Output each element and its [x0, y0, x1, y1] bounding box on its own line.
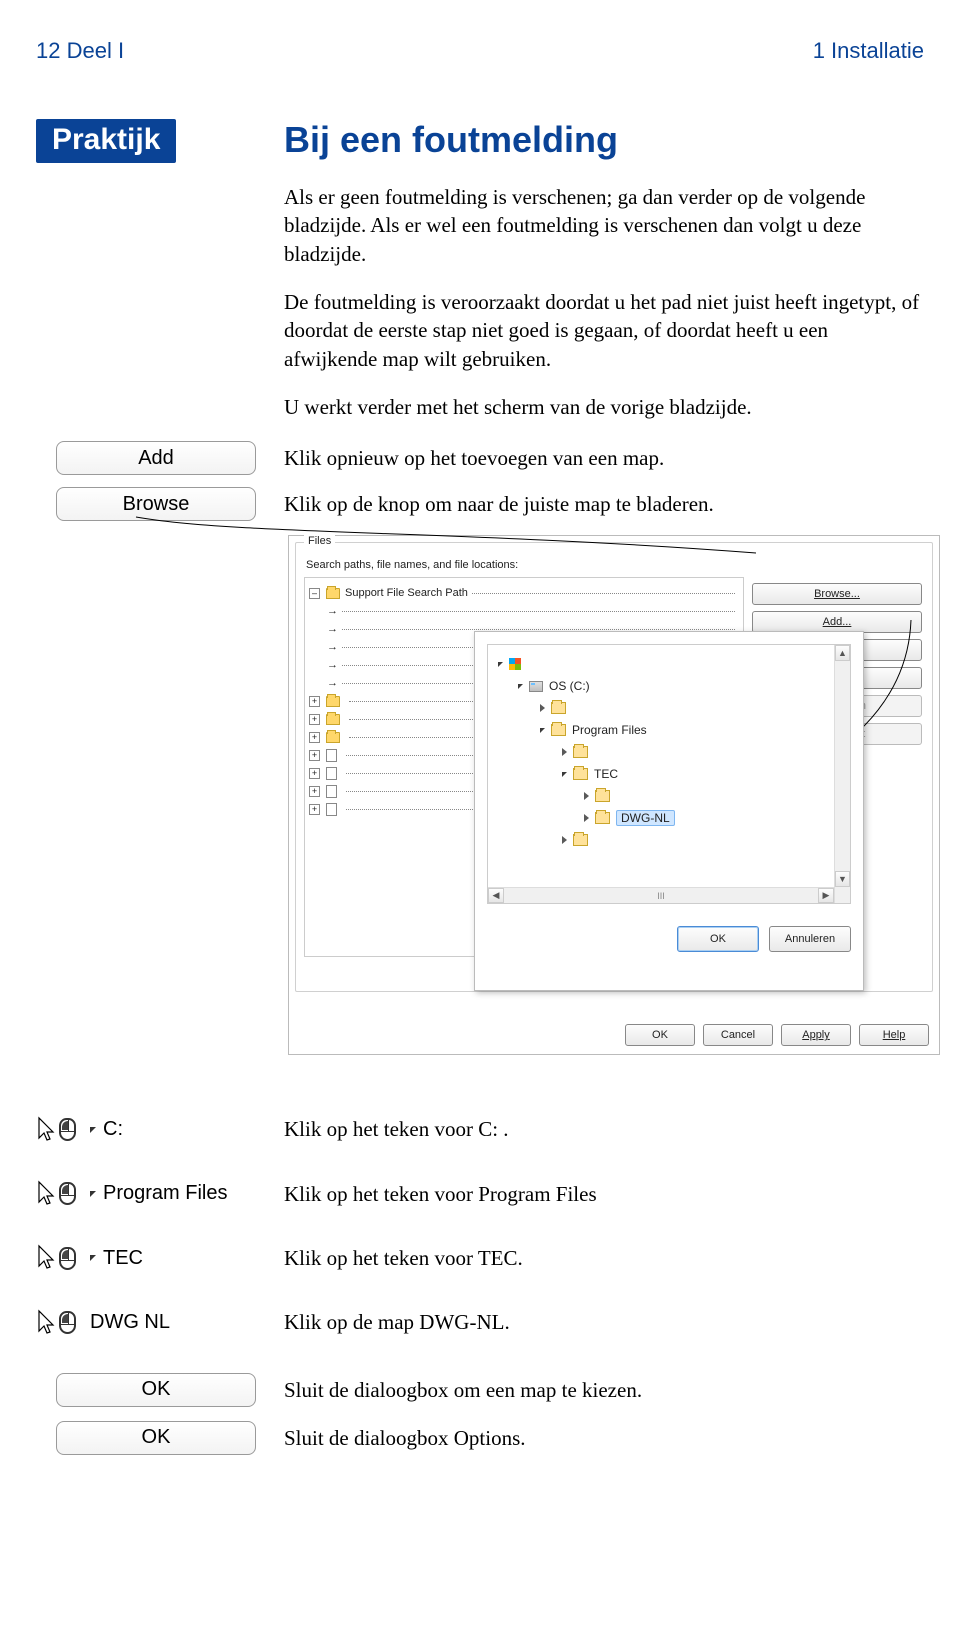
- step-pf-text: Klik op het teken voor Program Files: [284, 1180, 924, 1208]
- folder-icon: [326, 696, 340, 707]
- paragraph-1: Als er geen foutmelding is verschenen; g…: [284, 183, 924, 268]
- document-icon: [326, 803, 337, 816]
- triangle-closed-icon[interactable]: [584, 792, 589, 800]
- triangle-open-icon[interactable]: [498, 662, 503, 667]
- step-pf-label: Program Files: [103, 1182, 227, 1205]
- options-cancel-button[interactable]: Cancel: [703, 1024, 773, 1046]
- tree-expand-icon[interactable]: +: [309, 786, 320, 797]
- header-left: 12 Deel I: [36, 38, 124, 64]
- triangle-closed-icon[interactable]: [562, 748, 567, 756]
- browse-text: Klik op de knop om naar de juiste map te…: [284, 490, 924, 518]
- triangle-open-icon[interactable]: [562, 772, 567, 777]
- tree-expand-icon[interactable]: +: [309, 750, 320, 761]
- document-icon: [326, 767, 337, 780]
- browse-button[interactable]: Browse...: [752, 583, 922, 605]
- tree-collapse-icon[interactable]: –: [309, 588, 320, 599]
- ok-button-illustration-2: OK: [56, 1421, 256, 1455]
- tree-expand-icon[interactable]: +: [309, 768, 320, 779]
- tree-root-label: Support File Search Path: [345, 587, 468, 599]
- dwg-nl-selected[interactable]: DWG-NL: [616, 810, 675, 826]
- cursor-icon: [36, 1309, 56, 1337]
- folder-icon: [573, 834, 588, 846]
- mouse-left-click-icon: [59, 1118, 76, 1141]
- browse-folder-dialog: OS (C:) Program Files TEC DWG-NL ▲: [474, 631, 864, 991]
- document-icon: [326, 785, 337, 798]
- mouse-left-click-icon: [59, 1247, 76, 1270]
- triangle-closed-icon[interactable]: [584, 814, 589, 822]
- step-tec-text: Klik op het teken voor TEC.: [284, 1244, 924, 1272]
- scroll-left-icon[interactable]: ◀: [488, 888, 504, 903]
- vertical-scrollbar[interactable]: ▲ ▼: [834, 645, 850, 903]
- tree-expand-icon[interactable]: +: [309, 696, 320, 707]
- triangle-icon: [90, 1191, 96, 1197]
- browse-ok-button[interactable]: OK: [677, 926, 759, 952]
- browse-button-illustration: Browse: [56, 487, 256, 521]
- mouse-left-click-icon: [59, 1182, 76, 1205]
- screenshot-composite: Files Search paths, file names, and file…: [284, 535, 924, 1075]
- add-button-illustration: Add: [56, 441, 256, 475]
- tec-label: TEC: [594, 767, 618, 781]
- drive-icon: [529, 681, 543, 692]
- folder-icon: [595, 790, 610, 802]
- add-button[interactable]: Add...: [752, 611, 922, 633]
- mouse-left-click-icon: [59, 1311, 76, 1334]
- triangle-icon: [90, 1127, 96, 1133]
- step-dwg-label: DWG NL: [90, 1311, 170, 1334]
- paragraph-3: U werkt verder met het scherm van de vor…: [284, 393, 924, 421]
- step-c-label: C:: [103, 1118, 123, 1141]
- triangle-closed-icon[interactable]: [540, 704, 545, 712]
- cursor-icon: [36, 1180, 56, 1208]
- files-group-label: Files: [304, 535, 335, 547]
- h-scroll-mid: III: [504, 888, 818, 903]
- step-c-text: Klik op het teken voor C: .: [284, 1115, 924, 1143]
- scroll-right-icon[interactable]: ▶: [818, 888, 834, 903]
- options-help-button[interactable]: Help: [859, 1024, 929, 1046]
- triangle-icon: [90, 1255, 96, 1261]
- folder-icon: [326, 732, 340, 743]
- triangle-open-icon[interactable]: [518, 684, 523, 689]
- drive-label: OS (C:): [549, 679, 590, 693]
- browse-cancel-button[interactable]: Annuleren: [769, 926, 851, 952]
- tree-expand-icon[interactable]: +: [309, 714, 320, 725]
- step-tec-label: TEC: [103, 1247, 143, 1270]
- paragraph-2: De foutmelding is veroorzaakt doordat u …: [284, 288, 924, 373]
- search-paths-caption: Search paths, file names, and file locat…: [306, 559, 924, 571]
- praktijk-badge: Praktijk: [36, 119, 176, 163]
- options-ok-button[interactable]: OK: [625, 1024, 695, 1046]
- folder-icon: [573, 746, 588, 758]
- tree-expand-icon[interactable]: +: [309, 732, 320, 743]
- tree-expand-icon[interactable]: +: [309, 804, 320, 815]
- scroll-down-icon[interactable]: ▼: [835, 871, 850, 887]
- folder-tree[interactable]: OS (C:) Program Files TEC DWG-NL ▲: [487, 644, 851, 904]
- document-icon: [326, 749, 337, 762]
- folder-icon: [551, 724, 566, 736]
- options-apply-button[interactable]: Apply: [781, 1024, 851, 1046]
- windows-icon: [509, 658, 521, 670]
- folder-icon: [573, 768, 588, 780]
- horizontal-scrollbar[interactable]: ◀ III ▶: [488, 887, 834, 903]
- step-ok1-text: Sluit de dialoogbox om een map te kiezen…: [284, 1376, 924, 1404]
- step-ok2-text: Sluit de dialoogbox Options.: [284, 1424, 924, 1452]
- folder-icon: [551, 702, 566, 714]
- add-text: Klik opnieuw op het toevoegen van een ma…: [284, 444, 924, 472]
- folder-icon: [326, 588, 340, 599]
- cursor-icon: [36, 1244, 56, 1272]
- program-files-label: Program Files: [572, 723, 647, 737]
- scroll-up-icon[interactable]: ▲: [835, 645, 850, 661]
- page-title: Bij een foutmelding: [284, 119, 924, 161]
- step-dwg-text: Klik op de map DWG-NL.: [284, 1308, 924, 1336]
- triangle-open-icon[interactable]: [540, 728, 545, 733]
- page-header: 12 Deel I 1 Installatie: [36, 38, 924, 64]
- ok-button-illustration-1: OK: [56, 1373, 256, 1407]
- header-right: 1 Installatie: [813, 38, 924, 64]
- folder-icon: [595, 812, 610, 824]
- triangle-closed-icon[interactable]: [562, 836, 567, 844]
- cursor-icon: [36, 1116, 56, 1144]
- folder-icon: [326, 714, 340, 725]
